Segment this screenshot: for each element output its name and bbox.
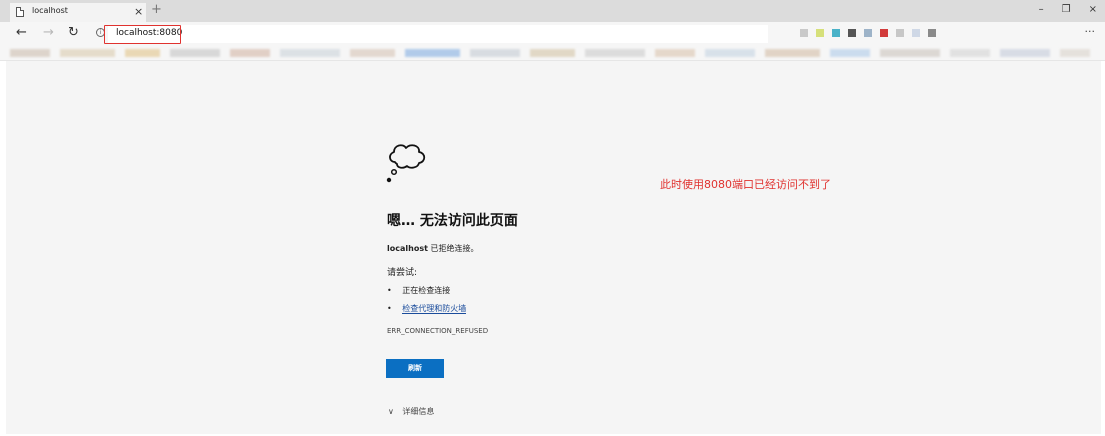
extension-icon[interactable] (896, 29, 904, 37)
back-button[interactable]: ← (16, 26, 27, 40)
extension-icon[interactable] (928, 29, 936, 37)
extension-icon[interactable] (816, 29, 824, 37)
bullet: • (387, 304, 392, 313)
window-controls: – ❐ × (1039, 2, 1097, 18)
error-title: 嗯… 无法访问此页面 (387, 213, 518, 229)
browser-window: localhost × + – ❐ × ← → ↻ i localhost:80… (0, 0, 1105, 436)
details-label: 详细信息 (402, 407, 435, 416)
more-menu-button[interactable]: ··· (1085, 25, 1096, 38)
favorite-item[interactable] (10, 49, 50, 57)
favorite-item[interactable] (530, 49, 575, 57)
extension-icon[interactable] (848, 29, 856, 37)
try-label: 请尝试: (387, 268, 418, 278)
close-window-button[interactable]: × (1089, 2, 1097, 18)
reload-button[interactable]: ↻ (68, 26, 79, 40)
favorite-item[interactable] (60, 49, 115, 57)
forward-button[interactable]: → (43, 26, 54, 40)
extension-icon[interactable] (800, 29, 808, 37)
minimize-button[interactable]: – (1039, 2, 1044, 18)
favorite-item[interactable] (655, 49, 695, 57)
favorites-bar (0, 46, 1105, 61)
host-message: localhost 已拒绝连接。 (387, 243, 478, 254)
extension-icon[interactable] (832, 29, 840, 37)
thought-cloud-icon (386, 144, 426, 183)
new-tab-button[interactable]: + (151, 2, 162, 18)
suggestion-item: • 正在检查连接 (387, 285, 450, 296)
address-highlight-box (104, 25, 181, 44)
check-proxy-firewall-link[interactable]: 检查代理和防火墙 (402, 304, 467, 314)
favorite-item[interactable] (1060, 49, 1090, 57)
favorite-item[interactable] (880, 49, 940, 57)
error-code: ERR_CONNECTION_REFUSED (387, 327, 489, 335)
favorite-item[interactable] (350, 49, 395, 57)
suggestion-item: • 检查代理和防火墙 (387, 303, 467, 314)
favorite-item[interactable] (170, 49, 220, 57)
favorite-item[interactable] (950, 49, 990, 57)
extension-icon[interactable] (912, 29, 920, 37)
details-toggle[interactable]: ∨ 详细信息 (388, 406, 434, 417)
host-name: localhost (387, 244, 428, 253)
host-message-text: 已拒绝连接。 (430, 244, 479, 253)
restore-button[interactable]: ❐ (1062, 2, 1071, 18)
chevron-down-icon: ∨ (388, 407, 394, 416)
favorite-item[interactable] (405, 49, 460, 57)
favorite-item[interactable] (1000, 49, 1050, 57)
page-content (6, 61, 1101, 434)
favorite-item[interactable] (765, 49, 820, 57)
annotation-note: 此时使用8080端口已经访问不到了 (660, 178, 831, 191)
tab-close-icon[interactable]: × (134, 4, 143, 20)
tab-title: localhost (32, 6, 68, 15)
favorite-item[interactable] (230, 49, 270, 57)
favorite-item[interactable] (125, 49, 160, 57)
favorite-item[interactable] (470, 49, 520, 57)
favorite-item[interactable] (705, 49, 755, 57)
refresh-button[interactable]: 刷新 (386, 359, 444, 378)
bullet: • (387, 286, 392, 295)
tab-strip: localhost × + – ❐ × (0, 0, 1105, 22)
page-icon (16, 7, 24, 17)
tab-localhost[interactable]: localhost × (10, 3, 146, 22)
favorite-item[interactable] (585, 49, 645, 57)
extension-icons (800, 29, 936, 37)
favorite-item[interactable] (830, 49, 870, 57)
suggestion-check-connection: 正在检查连接 (402, 286, 451, 295)
favorite-item[interactable] (280, 49, 340, 57)
extension-icon[interactable] (880, 29, 888, 37)
extension-icon[interactable] (864, 29, 872, 37)
address-bar[interactable]: localhost:8080 (108, 25, 768, 43)
